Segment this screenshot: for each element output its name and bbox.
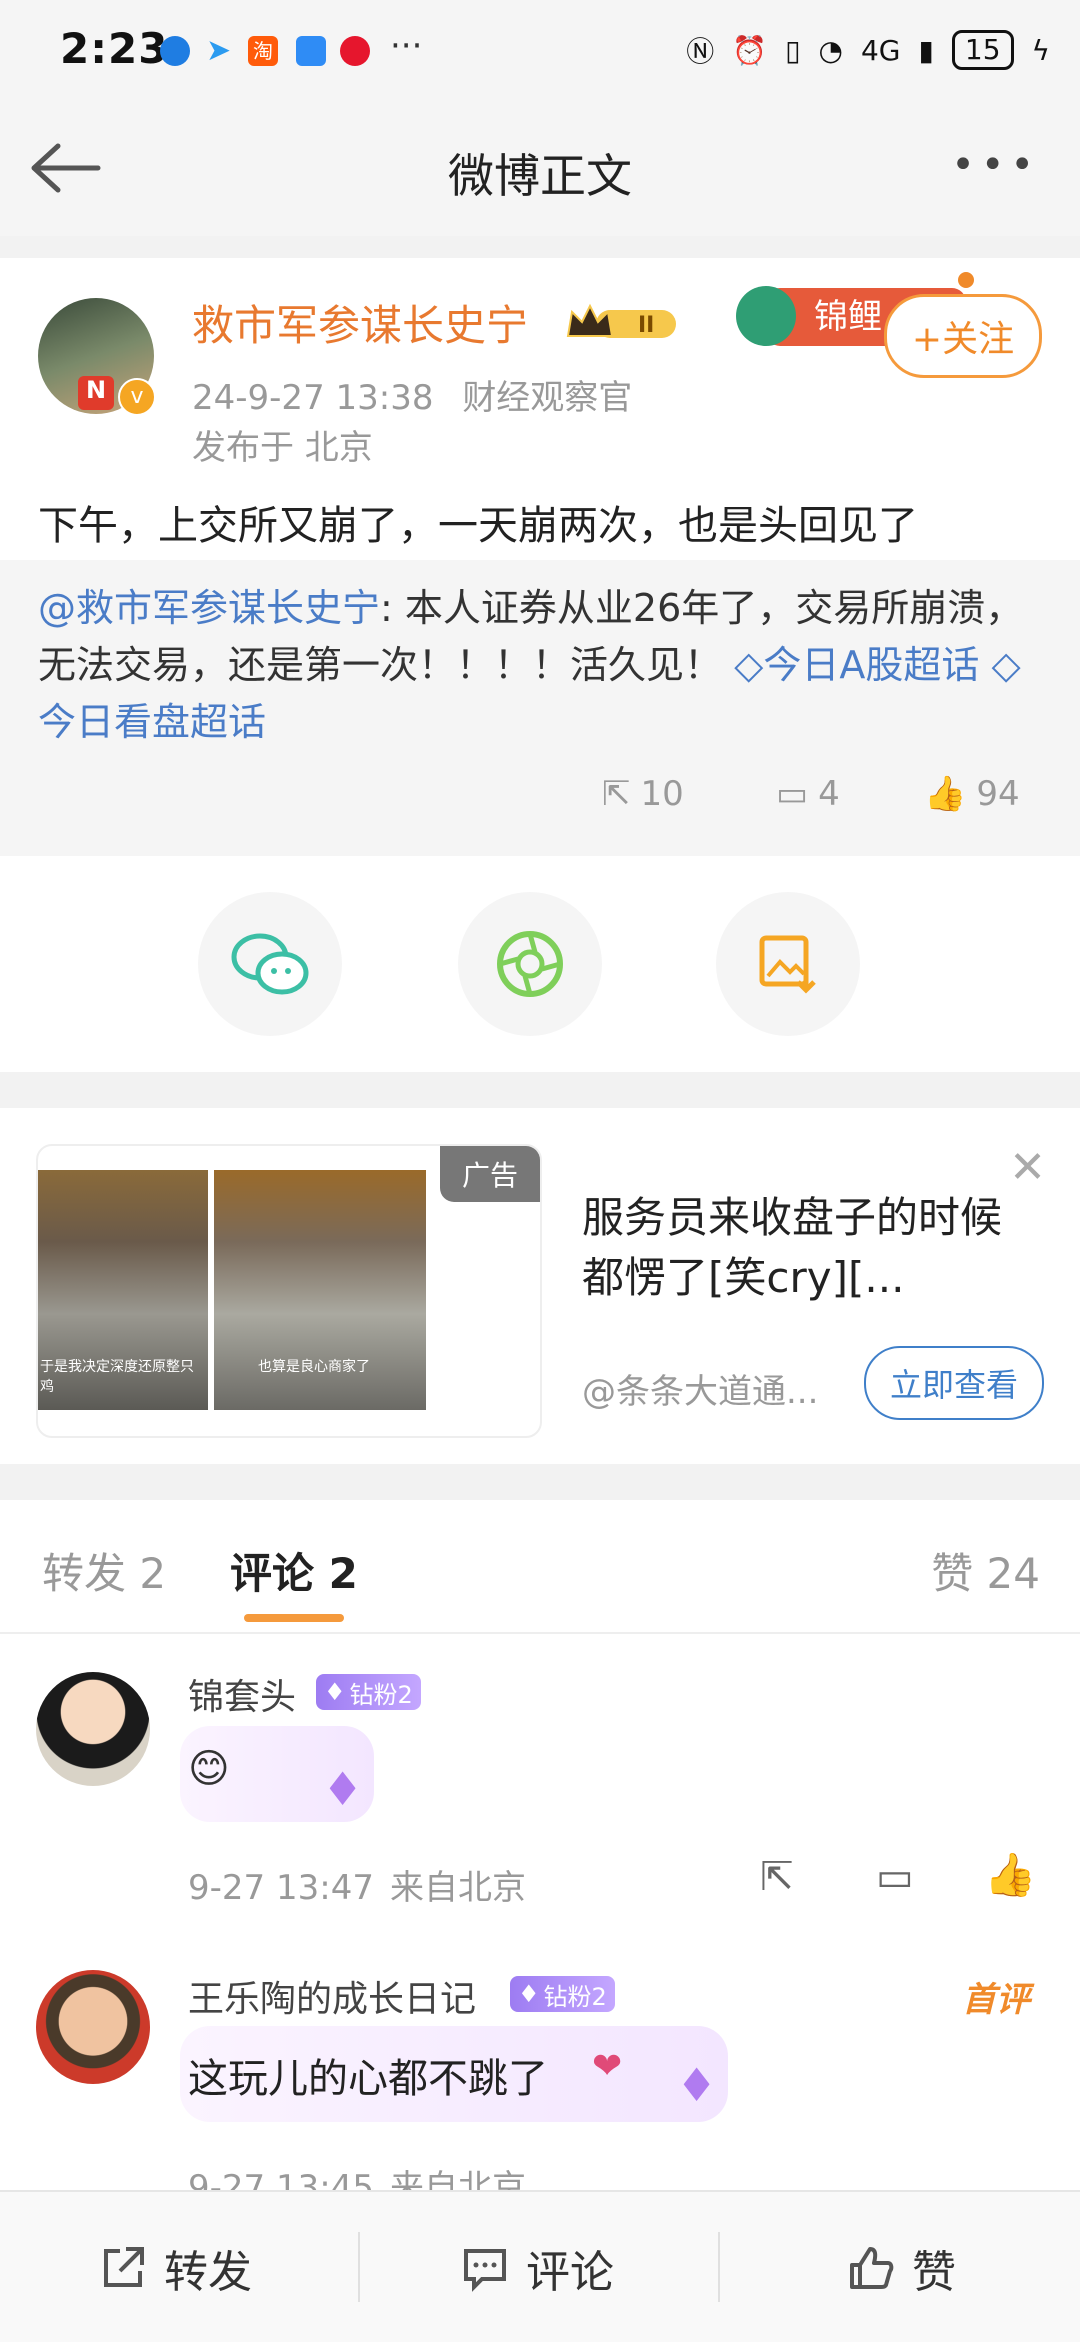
vibrate-icon: ▯ [785,33,801,67]
first-comment-badge: 首评 [962,1980,1030,2020]
fan-badge: ♦ 钻粉2 [316,1674,421,1710]
taobao-icon: 淘 [248,36,278,66]
diamond-icon: ♦ [518,1980,540,2008]
tab-indicator [244,1614,344,1622]
comment-text: 这玩儿的心都不跳了 [188,2056,548,2102]
save-image-icon [759,935,816,994]
thumb-up-icon [850,2247,894,2289]
thumb-up-icon: 👍 [924,774,967,814]
save-image-button[interactable] [716,892,860,1036]
ad-title[interactable]: 服务员来收盘子的时候都愣了[笑cry][... [582,1188,1022,1308]
tab-like[interactable]: 赞 24 [931,1540,1040,1601]
more-notifications-icon: ··· [390,26,423,66]
share-row [0,856,1080,1072]
weibo-icon [340,36,370,66]
more-options-icon[interactable]: ••• [951,142,1040,188]
like-button[interactable]: 赞 [846,2236,956,2300]
comment-list: 锦套头 ♦ 钻粉2 😊 ♦ 9-27 13:47 来自北京 ⇱ ▭ 👍 王乐陶的成长… [0,1634,1080,2208]
tab-repost[interactable]: 转发 2 [42,1540,166,1601]
koi-label: 锦鲤 [814,297,882,337]
diamond-frame-icon: ♦ [322,1762,364,1816]
repost-label: 转发 [164,2247,252,2298]
divider [718,2232,720,2302]
heart-emoji-icon: ❤ [592,2046,623,2087]
battery-indicator: 15 [951,30,1014,70]
comment-label: 评论 [526,2247,614,2298]
divider [358,2232,360,2302]
comment-icon [464,2249,506,2292]
topic-link-a-share[interactable]: ◇今日A股超话 [734,643,979,687]
post-meta: 24-9-27 13:38 财经观察官 [192,370,632,419]
post-card: N v 救市军参谋长史宁 II 24-9-27 13:38 财经观察官 发布于 … [0,258,1080,560]
diamond-icon: ♦ [324,1678,346,1706]
alarm-icon: ⏰ [732,33,768,67]
ad-photo-caption-2: 也算是良心商家了 [258,1359,370,1375]
nfc-icon: Ⓝ [686,35,715,68]
verified-icon: v [118,378,156,416]
wechat-share-button[interactable] [198,892,342,1036]
svg-text:II: II [638,313,654,338]
ad-view-button[interactable]: 立即查看 [864,1346,1044,1420]
comment-count[interactable]: ▭ 4 [776,774,840,814]
smile-emoji-icon: 😊 [188,1746,230,1792]
comment-icon: ▭ [776,774,809,814]
ad-source: @条条大道通... [582,1372,819,1412]
moments-icon [497,931,563,997]
share-icon: ⇱ [602,774,631,814]
post-source: 财经观察官 [462,378,633,418]
commenter-name[interactable]: 王乐陶的成长日记 [188,1970,476,2022]
post-text: 下午，上交所又崩了，一天崩两次，也是头回见了 [38,503,918,549]
diamond-icon: ◇ [991,643,1021,687]
fan-badge: ♦ 钻粉2 [510,1976,615,2012]
post-location: 发布于 北京 [192,428,373,468]
ad-tag: 广告 [440,1146,540,1202]
tab-comment[interactable]: 评论 2 [230,1540,358,1601]
comment-icon[interactable]: ▭ [876,1854,914,1900]
repost-text: @救市军参谋长史宁: 本人证券从业26年了，交易所崩溃，无法交易，还是第一次！！… [38,580,1048,751]
commenter-name[interactable]: 锦套头 [188,1668,296,1720]
status-time: 2:23 [60,24,169,73]
page-title: 微博正文 [448,149,632,203]
diamond-frame-icon: ♦ [676,2058,718,2112]
repost-count[interactable]: ⇱ 10 [602,774,684,814]
repost-button[interactable]: 转发 [98,2236,252,2300]
detail-tabs: 转发 2 评论 2 赞 24 [0,1500,1080,1634]
diamond-icon: ◇ [734,643,764,687]
wifi-icon: ◔ [818,33,843,67]
post-time: 24-9-27 13:38 [192,378,434,418]
close-icon[interactable]: ✕ [1009,1142,1046,1193]
thumb-up-icon[interactable]: 👍 [984,1850,1036,1900]
share-icon[interactable]: ⇱ [760,1854,794,1900]
share-icon [104,2247,144,2287]
message-app-icon [296,36,326,66]
like-label: 赞 [912,2247,956,2298]
ad-photo-caption-1: 于是我决定深度还原整只鸡 [40,1359,194,1395]
commenter-avatar[interactable] [36,1672,150,1786]
like-count[interactable]: 👍 94 [924,774,1020,814]
comment-meta: 9-27 13:47 来自北京 [188,1868,526,1908]
play-icon: ➤ [206,33,232,68]
network-label: 4G [860,33,901,67]
ad-image[interactable]: 于是我决定深度还原整只鸡 也算是良心商家了 广告 [36,1144,542,1438]
news-logo-icon: N [78,376,114,410]
bottom-action-bar: 转发 评论 赞 [0,2190,1080,2342]
top-nav: 微博正文 ••• [0,100,1080,236]
repost-mention[interactable]: @救市军参谋长史宁 [38,586,380,630]
browser-icon [160,36,190,66]
moments-share-button[interactable] [458,892,602,1036]
wechat-icon [231,933,309,995]
signal-icon: ▮ [918,33,934,67]
comment-button[interactable]: 评论 [460,2236,614,2300]
follow-button[interactable]: +关注 [884,294,1042,378]
reposted-content[interactable]: @救市军参谋长史宁: 本人证券从业26年了，交易所崩溃，无法交易，还是第一次！！… [0,560,1080,856]
status-bar: 2:23 ➤ 淘 ··· Ⓝ ⏰ ▯ ◔ 4G ▮ 15 ϟ [0,0,1080,100]
commenter-avatar[interactable] [36,1970,150,2084]
vip-crown-icon: II [566,303,676,338]
ad-card[interactable]: 于是我决定深度还原整只鸡 也算是良心商家了 广告 服务员来收盘子的时候都愣了[笑… [0,1108,1080,1464]
status-right: Ⓝ ⏰ ▯ ◔ 4G ▮ 15 ϟ [686,30,1050,70]
author-name[interactable]: 救市军参谋长史宁 [192,292,528,353]
charging-icon: ϟ [1031,33,1050,67]
